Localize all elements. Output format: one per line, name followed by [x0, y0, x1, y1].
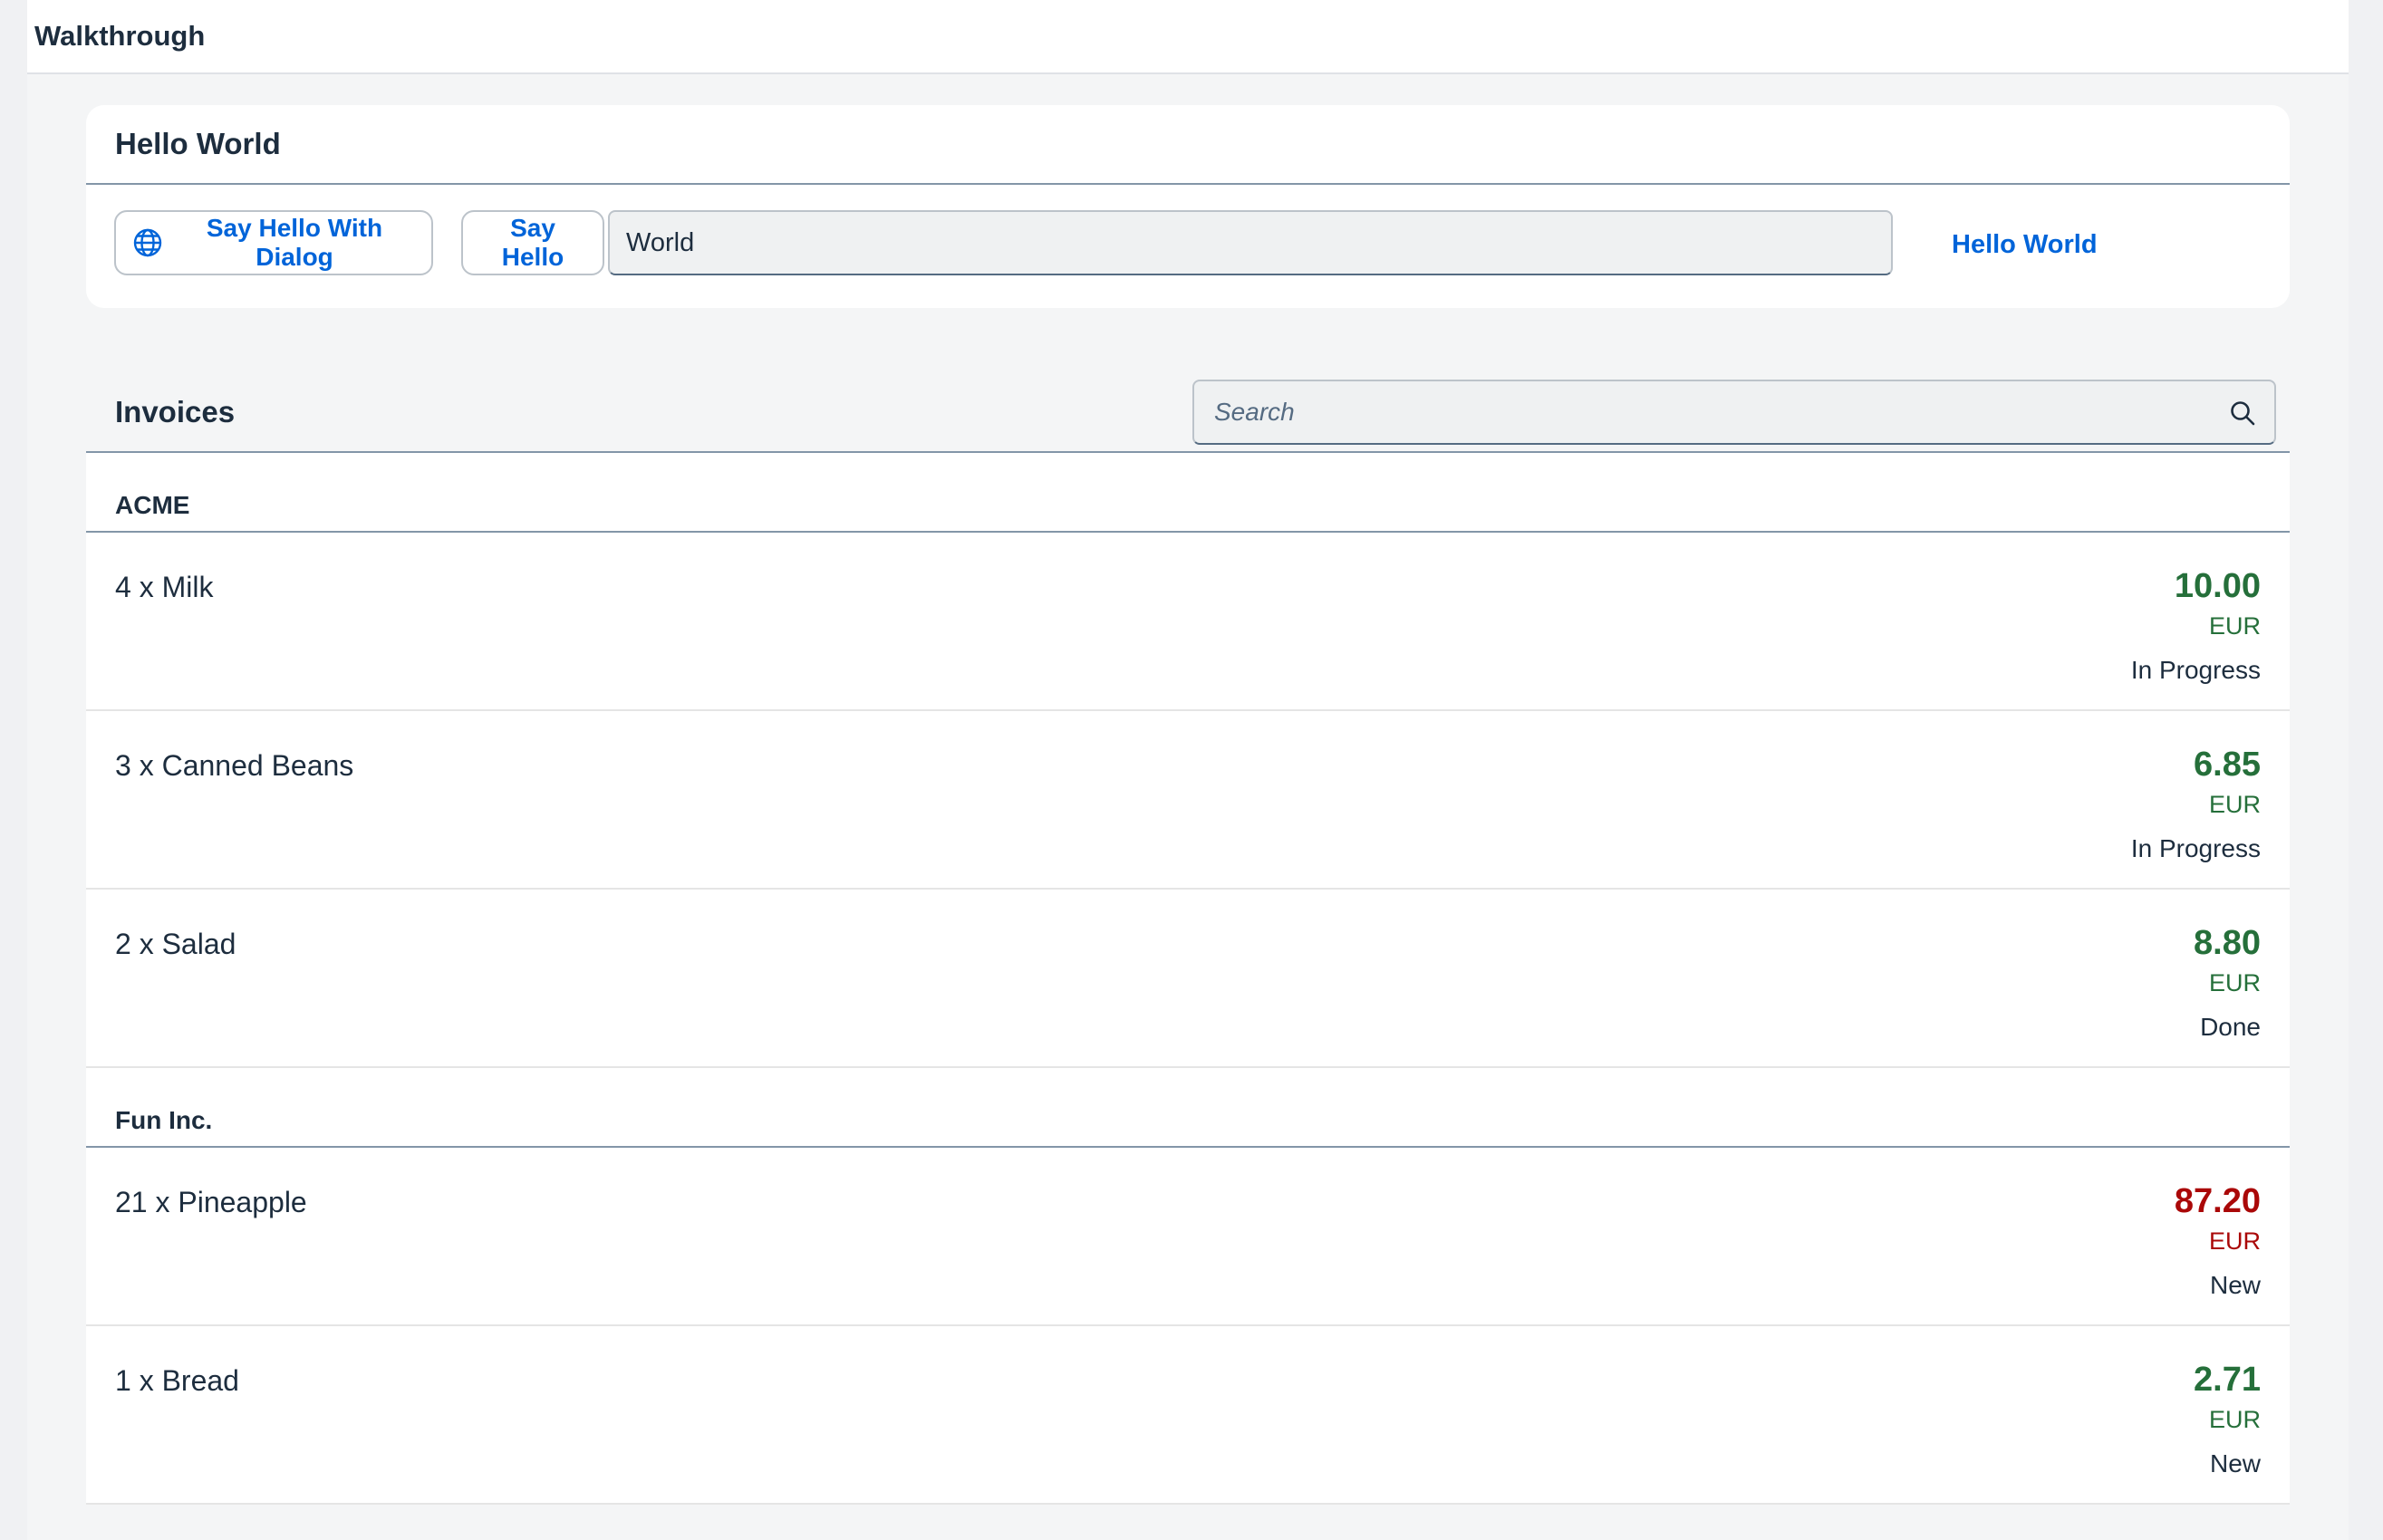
- group-label: Fun Inc.: [115, 1106, 212, 1135]
- app-title: Walkthrough: [34, 20, 205, 53]
- greeting-text: Hello World: [1952, 230, 2098, 260]
- item-price: 2.71: [2194, 1361, 2261, 1400]
- search-placeholder: Search: [1214, 398, 1295, 427]
- item-status: In Progress: [2131, 834, 2261, 863]
- search-icon[interactable]: [2229, 399, 2256, 427]
- item-currency: EUR: [2209, 791, 2261, 819]
- hello-panel: Hello World Say Hello With Dialog Say He…: [86, 105, 2290, 308]
- invoices-header: Invoices Search: [86, 362, 2290, 453]
- invoice-list: ACME 4 x Milk 10.00 EUR In Progress 3 x …: [86, 453, 2290, 1505]
- list-item[interactable]: 21 x Pineapple 87.20 EUR New: [86, 1148, 2290, 1326]
- list-item[interactable]: 4 x Milk 10.00 EUR In Progress: [86, 533, 2290, 711]
- list-item[interactable]: 1 x Bread 2.71 EUR New: [86, 1326, 2290, 1505]
- item-currency: EUR: [2209, 612, 2261, 640]
- list-item[interactable]: 2 x Salad 8.80 EUR Done: [86, 890, 2290, 1068]
- group-label: ACME: [115, 491, 189, 520]
- shell-bar: Walkthrough: [27, 0, 2349, 74]
- say-hello-button[interactable]: Say Hello: [461, 210, 604, 275]
- group-header: ACME: [86, 453, 2290, 533]
- item-title: 21 x Pineapple: [115, 1186, 307, 1219]
- item-currency: EUR: [2209, 1227, 2261, 1256]
- say-hello-dialog-button[interactable]: Say Hello With Dialog: [114, 210, 433, 275]
- globe-icon: [132, 227, 163, 258]
- item-status: In Progress: [2131, 656, 2261, 685]
- list-item[interactable]: 3 x Canned Beans 6.85 EUR In Progress: [86, 711, 2290, 890]
- search-input[interactable]: Search: [1192, 380, 2276, 445]
- item-price: 10.00: [2175, 567, 2261, 606]
- panel-body: Say Hello With Dialog Say Hello World He…: [86, 185, 2290, 306]
- item-title: 2 x Salad: [115, 928, 236, 961]
- item-status: Done: [2200, 1013, 2261, 1042]
- panel-header: Hello World: [86, 105, 2290, 185]
- item-status: New: [2210, 1449, 2261, 1478]
- group-header: Fun Inc.: [86, 1068, 2290, 1148]
- say-hello-dialog-label: Say Hello With Dialog: [174, 214, 415, 272]
- item-price: 6.85: [2194, 746, 2261, 784]
- item-title: 1 x Bread: [115, 1364, 239, 1398]
- invoices-title: Invoices: [115, 395, 235, 429]
- item-status: New: [2210, 1271, 2261, 1300]
- app-root: Walkthrough Hello World Say Hello With D…: [27, 0, 2349, 1540]
- item-price: 8.80: [2194, 924, 2261, 963]
- name-input[interactable]: World: [608, 210, 1893, 275]
- item-title: 4 x Milk: [115, 571, 213, 604]
- item-title: 3 x Canned Beans: [115, 749, 353, 783]
- panel-title: Hello World: [115, 127, 281, 161]
- item-price: 87.20: [2175, 1182, 2261, 1221]
- item-currency: EUR: [2209, 1406, 2261, 1434]
- item-currency: EUR: [2209, 969, 2261, 997]
